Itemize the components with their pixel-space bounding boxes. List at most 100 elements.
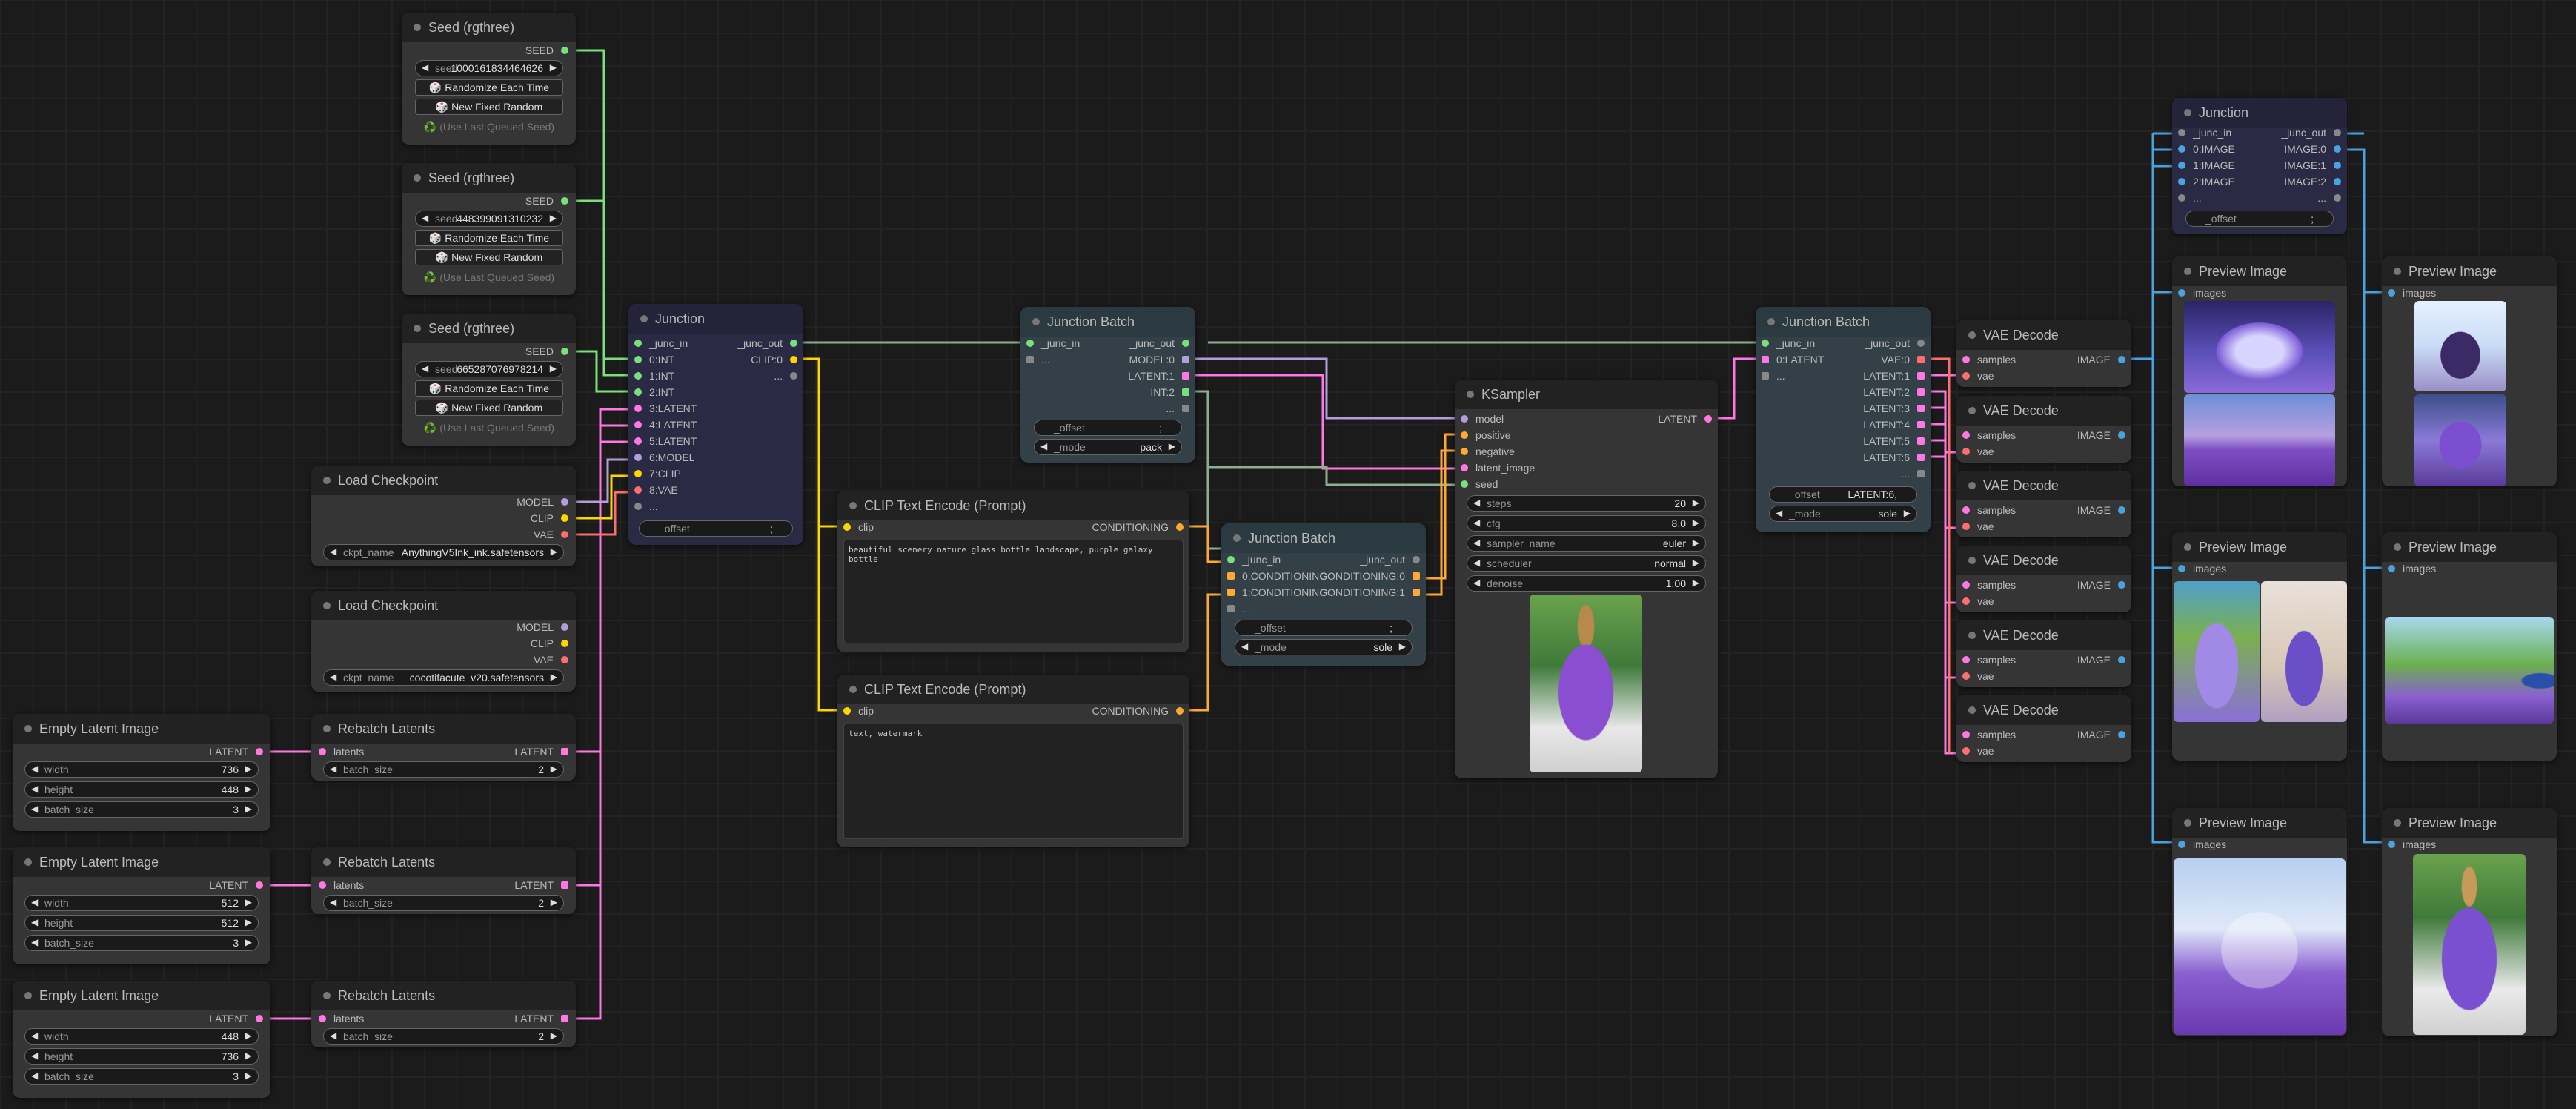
arrow-left-icon[interactable]: ◀: [1776, 508, 1782, 518]
slot-dot-icon[interactable]: [561, 881, 568, 889]
arrow-right-icon[interactable]: ▶: [551, 546, 557, 557]
slot-dot-icon[interactable]: [2334, 194, 2341, 202]
slot-dot-icon[interactable]: [319, 1015, 326, 1022]
slot-dot-icon[interactable]: [2178, 841, 2185, 848]
collapse-dot-icon[interactable]: [1968, 482, 1976, 489]
input-samples[interactable]: samples: [1962, 428, 2016, 442]
seed-widget[interactable]: ◀ seed 1000161834464626 ▶: [415, 60, 563, 76]
input-samples[interactable]: samples: [1962, 728, 2016, 741]
output-latent-5[interactable]: LATENT:5: [1863, 434, 1925, 448]
height-widget[interactable]: ◀ height 736 ▶: [24, 1048, 259, 1065]
output-latent-6[interactable]: LATENT:6: [1863, 451, 1925, 464]
offset-input[interactable]: _offset LATENT:6,: [1769, 486, 1917, 503]
slot-dot-icon[interactable]: [1026, 340, 1034, 347]
input-slot-3[interactable]: 3:LATENT: [634, 402, 697, 415]
input-samples[interactable]: samples: [1962, 653, 2016, 666]
junction-batch-node-1[interactable]: Junction Batch _junc_in ... _junc_out MO…: [1020, 307, 1195, 463]
slot-dot-icon[interactable]: [1917, 340, 1925, 347]
output-junc-out[interactable]: _junc_out: [2281, 126, 2341, 139]
slot-dot-icon[interactable]: [634, 454, 642, 461]
slot-dot-icon[interactable]: [1962, 581, 1970, 589]
slot-dot-icon[interactable]: [1026, 356, 1034, 363]
slot-dot-icon[interactable]: [1917, 388, 1925, 396]
slot-dot-icon[interactable]: [2118, 431, 2125, 439]
slot-dot-icon[interactable]: [634, 405, 642, 412]
collapse-dot-icon[interactable]: [323, 992, 331, 999]
slot-dot-icon[interactable]: [1962, 672, 1970, 680]
preview-image-node-5[interactable]: Preview Image images: [2172, 808, 2347, 1036]
cfg-widget[interactable]: ◀ cfg 8.0 ▶: [1467, 515, 1706, 532]
output-latent-3[interactable]: LATENT:3: [1863, 402, 1925, 415]
slot-dot-icon[interactable]: [634, 503, 642, 510]
arrow-right-icon[interactable]: ▶: [245, 1030, 252, 1041]
mode-select[interactable]: ◀ _mode pack ▶: [1034, 439, 1182, 455]
input-samples[interactable]: samples: [1962, 503, 2016, 517]
slot-dot-icon[interactable]: [1461, 448, 1468, 455]
offset-input[interactable]: _offset;: [1034, 420, 1182, 436]
prompt-textarea[interactable]: text, watermark: [843, 724, 1184, 839]
use-last-seed-button[interactable]: ♻️ (Use Last Queued Seed): [415, 422, 563, 434]
arrow-right-icon[interactable]: ▶: [245, 1050, 252, 1061]
input-images[interactable]: images: [2388, 838, 2436, 851]
slot-dot-icon[interactable]: [790, 340, 797, 347]
collapse-dot-icon[interactable]: [1467, 391, 1474, 398]
randomize-button[interactable]: 🎲 Randomize Each Time: [415, 79, 563, 96]
clip-encode-positive-node[interactable]: CLIP Text Encode (Prompt) clip CONDITION…: [837, 491, 1189, 652]
preview-image-node-3[interactable]: Preview Image images: [2172, 532, 2347, 761]
slot-dot-icon[interactable]: [1227, 556, 1235, 563]
vae-decode-node-4[interactable]: VAE Decode samples vae IMAGE: [1956, 546, 2131, 612]
input-images[interactable]: images: [2178, 562, 2226, 575]
output-latent[interactable]: LATENT:1: [1128, 369, 1189, 383]
slot-dot-icon[interactable]: [1704, 415, 1712, 423]
new-fixed-random-button[interactable]: 🎲 New Fixed Random: [415, 99, 563, 115]
slot-dot-icon[interactable]: [1962, 597, 1970, 605]
seed-node-3[interactable]: Seed (rgthree) SEED ◀ seed 665287076978214…: [402, 314, 576, 446]
height-widget[interactable]: ◀ height 512 ▶: [24, 915, 259, 931]
slot-dot-icon[interactable]: [1176, 523, 1184, 531]
vae-decode-node-3[interactable]: VAE Decode samples vae IMAGE: [1956, 471, 2131, 537]
arrow-right-icon[interactable]: ▶: [551, 897, 557, 907]
slot-dot-icon[interactable]: [1917, 470, 1925, 477]
slot-dot-icon[interactable]: [319, 748, 326, 755]
slot-dot-icon[interactable]: [1962, 448, 1970, 455]
randomize-button[interactable]: 🎲 Randomize Each Time: [415, 380, 563, 397]
slot-dot-icon[interactable]: [1182, 356, 1189, 363]
input-slot-2[interactable]: 2:INT: [634, 385, 674, 399]
output-latent[interactable]: LATENT: [514, 745, 568, 758]
output-conditioning[interactable]: CONDITIONING: [1092, 520, 1184, 534]
output-latent[interactable]: LATENT: [209, 878, 263, 892]
input-slot-6[interactable]: 6:MODEL: [634, 451, 694, 464]
slot-dot-icon[interactable]: [2178, 194, 2185, 202]
vae-decode-node-6[interactable]: VAE Decode samples vae IMAGE: [1956, 695, 2131, 762]
slot-dot-icon[interactable]: [561, 531, 568, 538]
input-junc-in[interactable]: _junc_in: [2178, 126, 2231, 139]
batch-size-widget[interactable]: ◀ batch_size 2 ▶: [323, 761, 564, 778]
arrow-left-icon[interactable]: ◀: [422, 213, 428, 223]
output-clip[interactable]: CLIP:0: [751, 353, 797, 366]
arrow-right-icon[interactable]: ▶: [1904, 508, 1911, 518]
input-latents[interactable]: latents: [319, 1012, 364, 1025]
arrow-right-icon[interactable]: ▶: [245, 1070, 252, 1081]
empty-latent-node-1[interactable]: Empty Latent Image LATENT ◀ width 736 ▶ ◀ he…: [13, 714, 270, 831]
output-image[interactable]: IMAGE: [2077, 503, 2125, 517]
scheduler-select[interactable]: ◀ scheduler normal ▶: [1467, 555, 1706, 572]
slot-dot-icon[interactable]: [634, 421, 642, 428]
width-widget[interactable]: ◀ width 448 ▶: [24, 1028, 259, 1045]
input-latents[interactable]: latents: [319, 745, 364, 758]
width-widget[interactable]: ◀ width 512 ▶: [24, 895, 259, 911]
input-slot-0[interactable]: 0:INT: [634, 353, 674, 366]
collapse-dot-icon[interactable]: [1968, 632, 1976, 639]
arrow-right-icon[interactable]: ▶: [245, 804, 252, 814]
arrow-left-icon[interactable]: ◀: [31, 937, 38, 947]
input-slot-5[interactable]: 5:LATENT: [634, 434, 697, 448]
slot-dot-icon[interactable]: [1176, 707, 1184, 715]
slot-dot-icon[interactable]: [843, 523, 851, 531]
collapse-dot-icon[interactable]: [849, 686, 857, 693]
slot-dot-icon[interactable]: [561, 748, 568, 755]
collapse-dot-icon[interactable]: [1032, 318, 1040, 325]
output-junc-out[interactable]: _junc_out: [1865, 337, 1925, 350]
arrow-left-icon[interactable]: ◀: [31, 1070, 38, 1081]
load-checkpoint-node-1[interactable]: Load Checkpoint MODEL CLIP VAE ◀ ckpt_nam…: [311, 466, 576, 566]
input-negative[interactable]: negative: [1461, 445, 1515, 458]
slot-dot-icon[interactable]: [1461, 431, 1468, 439]
